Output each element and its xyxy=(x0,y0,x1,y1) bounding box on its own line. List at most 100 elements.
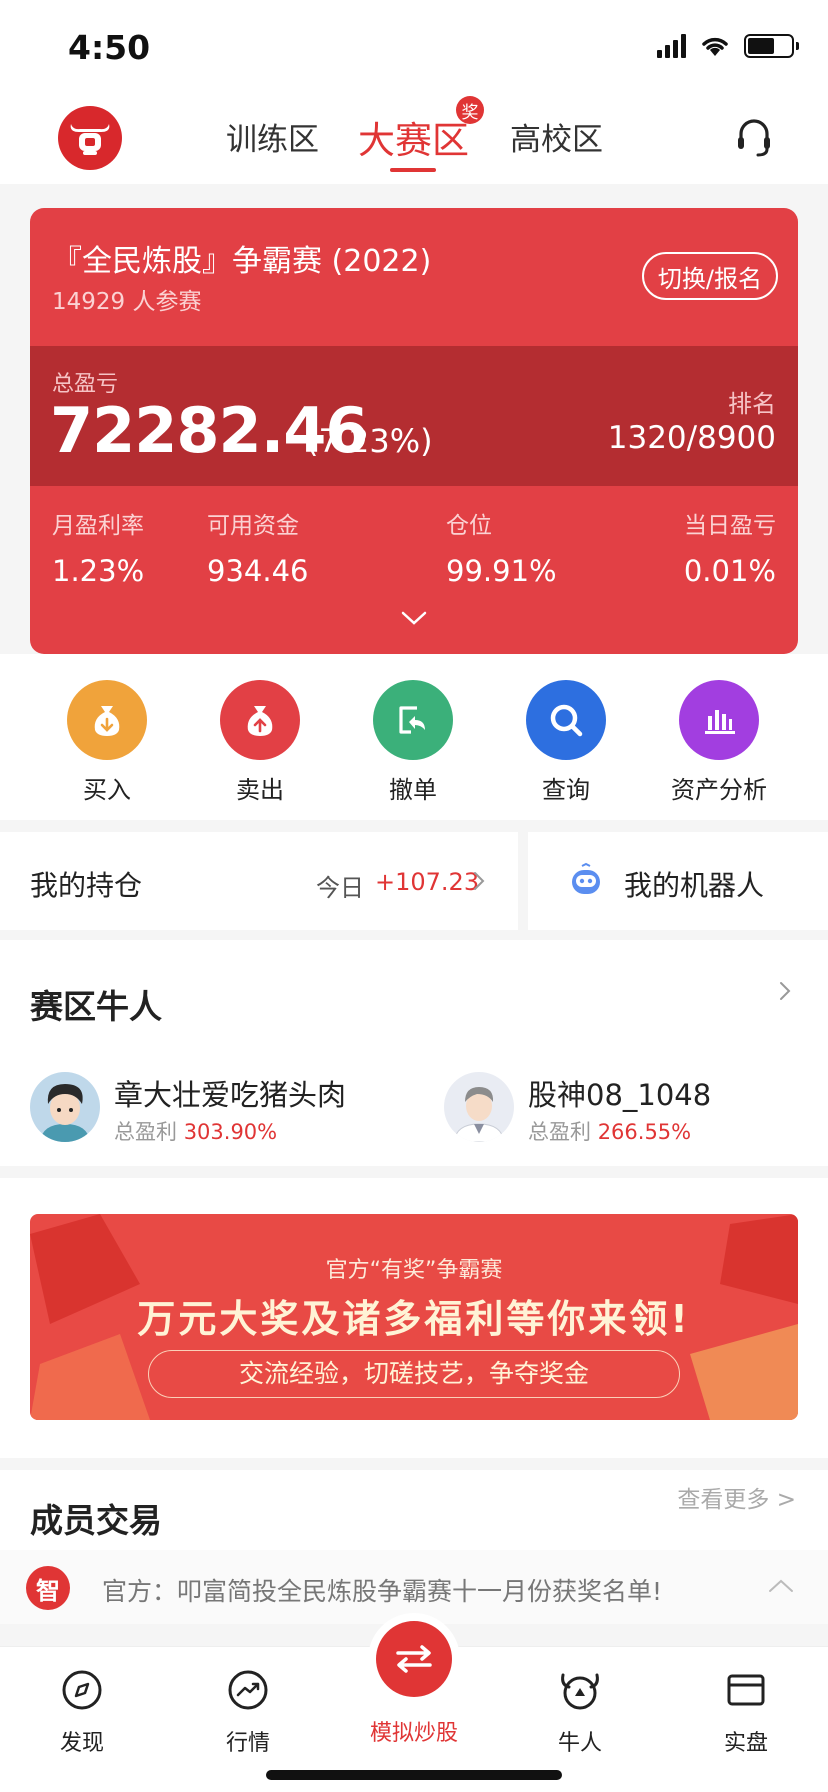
contest-title: 『全民炼股』争霸赛 (2022) xyxy=(52,244,432,279)
expert-name: 股神08_1048 xyxy=(528,1078,712,1112)
action-circle xyxy=(526,680,606,760)
expert-card[interactable]: 章大壮爱吃猪头肉 总盈利 303.90% xyxy=(30,1072,390,1146)
search-icon xyxy=(550,704,583,737)
action-circle xyxy=(220,680,300,760)
tab-simulated-trading[interactable] xyxy=(376,1621,452,1697)
action-circle xyxy=(373,680,453,760)
chevron-right-icon xyxy=(474,872,485,890)
quick-actions: 买入 卖出 撤单 查询 资产分析 xyxy=(0,654,828,820)
pnl-band: 总盈亏 72282.46 (7.23%) 排名 1320/8900 xyxy=(30,346,798,486)
total-pnl-percent: (7.23%) xyxy=(306,422,433,460)
money-bag-up-icon xyxy=(247,706,273,736)
announcement-text: 官方：叩富简投全民炼股争霸赛十一月份获奖名单! xyxy=(102,1577,663,1606)
action-label: 买入 xyxy=(83,776,131,804)
banner-section: 官方“有奖”争霸赛 万元大奖及诸多福利等你来领! 交流经验，切磋技艺，争夺奖金 xyxy=(0,1178,828,1458)
signal-icon xyxy=(657,34,686,58)
today-pnl-value: +107.23 xyxy=(375,868,480,896)
banner-headline: 万元大奖及诸多福利等你来领! xyxy=(137,1297,691,1341)
status-bar: 4:50 xyxy=(0,0,828,92)
chevron-up-icon[interactable] xyxy=(768,1578,794,1594)
chevron-down-icon[interactable] xyxy=(400,608,428,628)
my-robot-row[interactable]: 我的机器人 xyxy=(528,832,828,930)
banner-tagline: 交流经验，切磋技艺，争夺奖金 xyxy=(148,1350,680,1398)
tab-label: 实盘 xyxy=(723,1731,768,1756)
stat-value: 0.01% xyxy=(683,554,776,588)
holdings-title: 我的持仓 xyxy=(30,869,143,902)
members-title: 成员交易 xyxy=(30,1501,162,1540)
bar-chart-icon xyxy=(705,710,735,734)
stat-value: 1.23% xyxy=(52,554,145,588)
tab-contest[interactable]: 大赛区 xyxy=(358,110,469,164)
buy-button[interactable]: 买入 xyxy=(47,680,167,805)
trend-chart-icon xyxy=(228,1670,268,1710)
my-holdings-row[interactable]: 我的持仓 今日 +107.23 xyxy=(0,832,518,930)
action-label: 查询 xyxy=(542,776,590,804)
home-indicator xyxy=(266,1770,562,1780)
switch-signup-button[interactable]: 切换/报名 xyxy=(641,252,778,300)
zone-tabs: 训练区 大赛区 奖 高校区 xyxy=(0,92,828,184)
stat-value: 99.91% xyxy=(446,554,557,588)
today-label: 今日 xyxy=(316,874,364,902)
avatar xyxy=(30,1072,100,1142)
chevron-right-icon[interactable] xyxy=(778,980,792,1002)
undo-icon xyxy=(399,706,425,734)
bull-icon xyxy=(561,1673,599,1710)
active-tab-indicator xyxy=(390,168,436,172)
tab-label: 发现 xyxy=(59,1731,104,1756)
stat-monthly-return: 月盈利率 1.23% xyxy=(52,506,144,588)
view-more-link[interactable]: 查看更多 > xyxy=(677,1480,796,1514)
experts-title: 赛区牛人 xyxy=(30,987,162,1026)
swap-arrows-icon xyxy=(396,1645,432,1673)
wifi-icon xyxy=(702,37,728,56)
robot-title: 我的机器人 xyxy=(624,869,765,902)
status-icons xyxy=(657,34,799,58)
announcement-bar[interactable]: 智 官方：叩富简投全民炼股争霸赛十一月份获奖名单! xyxy=(0,1550,828,1624)
action-label: 卖出 xyxy=(236,776,284,804)
action-label: 资产分析 xyxy=(671,776,767,804)
action-label: 撤单 xyxy=(389,776,437,804)
sell-button[interactable]: 卖出 xyxy=(200,680,320,805)
tab-training[interactable]: 训练区 xyxy=(226,114,319,159)
banner-subtitle: 官方“有奖”争霸赛 xyxy=(325,1258,503,1283)
stat-value: 934.46 xyxy=(207,554,309,588)
stat-available-funds: 可用资金 934.46 xyxy=(207,506,308,588)
tab-college[interactable]: 高校区 xyxy=(510,114,603,159)
member-trades-section: 成员交易 查看更多 > xyxy=(0,1470,828,1550)
expert-card[interactable]: 股神08_1048 总盈利 266.55% xyxy=(444,1072,804,1146)
tab-discover[interactable]: 发现 xyxy=(32,1665,132,1757)
avatar-man-icon xyxy=(444,1072,514,1142)
prize-badge: 奖 xyxy=(456,96,484,124)
rank-value: 1320/8900 xyxy=(607,420,776,456)
stat-label: 月盈利率 xyxy=(52,513,144,539)
asset-analysis-button[interactable]: 资产分析 xyxy=(659,680,779,805)
experts-section: 赛区牛人 章大壮爱吃猪头肉 总盈利 303.90% 股神08_1048 总盈利 … xyxy=(0,940,828,1166)
tab-label: 行情 xyxy=(225,1731,270,1756)
action-circle xyxy=(679,680,759,760)
money-bag-down-icon xyxy=(94,706,120,736)
top-header: 训练区 大赛区 奖 高校区 xyxy=(0,92,828,184)
expert-name: 章大壮爱吃猪头肉 xyxy=(114,1078,347,1112)
wallet-icon xyxy=(727,1674,765,1706)
promo-banner[interactable]: 官方“有奖”争霸赛 万元大奖及诸多福利等你来领! 交流经验，切磋技艺，争夺奖金 xyxy=(30,1214,798,1420)
robot-icon xyxy=(572,862,600,894)
avatar-boy-icon xyxy=(30,1072,100,1142)
headset-icon[interactable] xyxy=(736,118,772,158)
battery-icon xyxy=(744,34,799,58)
tab-label-active: 模拟炒股 xyxy=(369,1721,458,1746)
tab-experts[interactable]: 牛人 xyxy=(530,1665,630,1757)
smart-notice-icon: 智 xyxy=(26,1566,70,1610)
action-circle xyxy=(67,680,147,760)
expert-return: 总盈利 303.90% xyxy=(114,1120,278,1144)
stat-label: 可用资金 xyxy=(207,513,299,539)
tab-live-trading[interactable]: 实盘 xyxy=(696,1665,796,1757)
stat-daily-pnl: 当日盈亏 0.01% xyxy=(684,506,776,588)
query-button[interactable]: 查询 xyxy=(506,680,626,805)
stat-label: 仓位 xyxy=(446,513,492,539)
cancel-order-button[interactable]: 撤单 xyxy=(353,680,473,805)
stat-label: 当日盈亏 xyxy=(684,513,776,539)
compass-icon xyxy=(62,1670,102,1710)
avatar xyxy=(444,1072,514,1142)
tab-market[interactable]: 行情 xyxy=(198,1665,298,1757)
contest-card[interactable]: 『全民炼股』争霸赛 (2022) 14929 人参赛 切换/报名 总盈亏 722… xyxy=(30,208,798,654)
rank-label: 排名 xyxy=(728,390,776,418)
